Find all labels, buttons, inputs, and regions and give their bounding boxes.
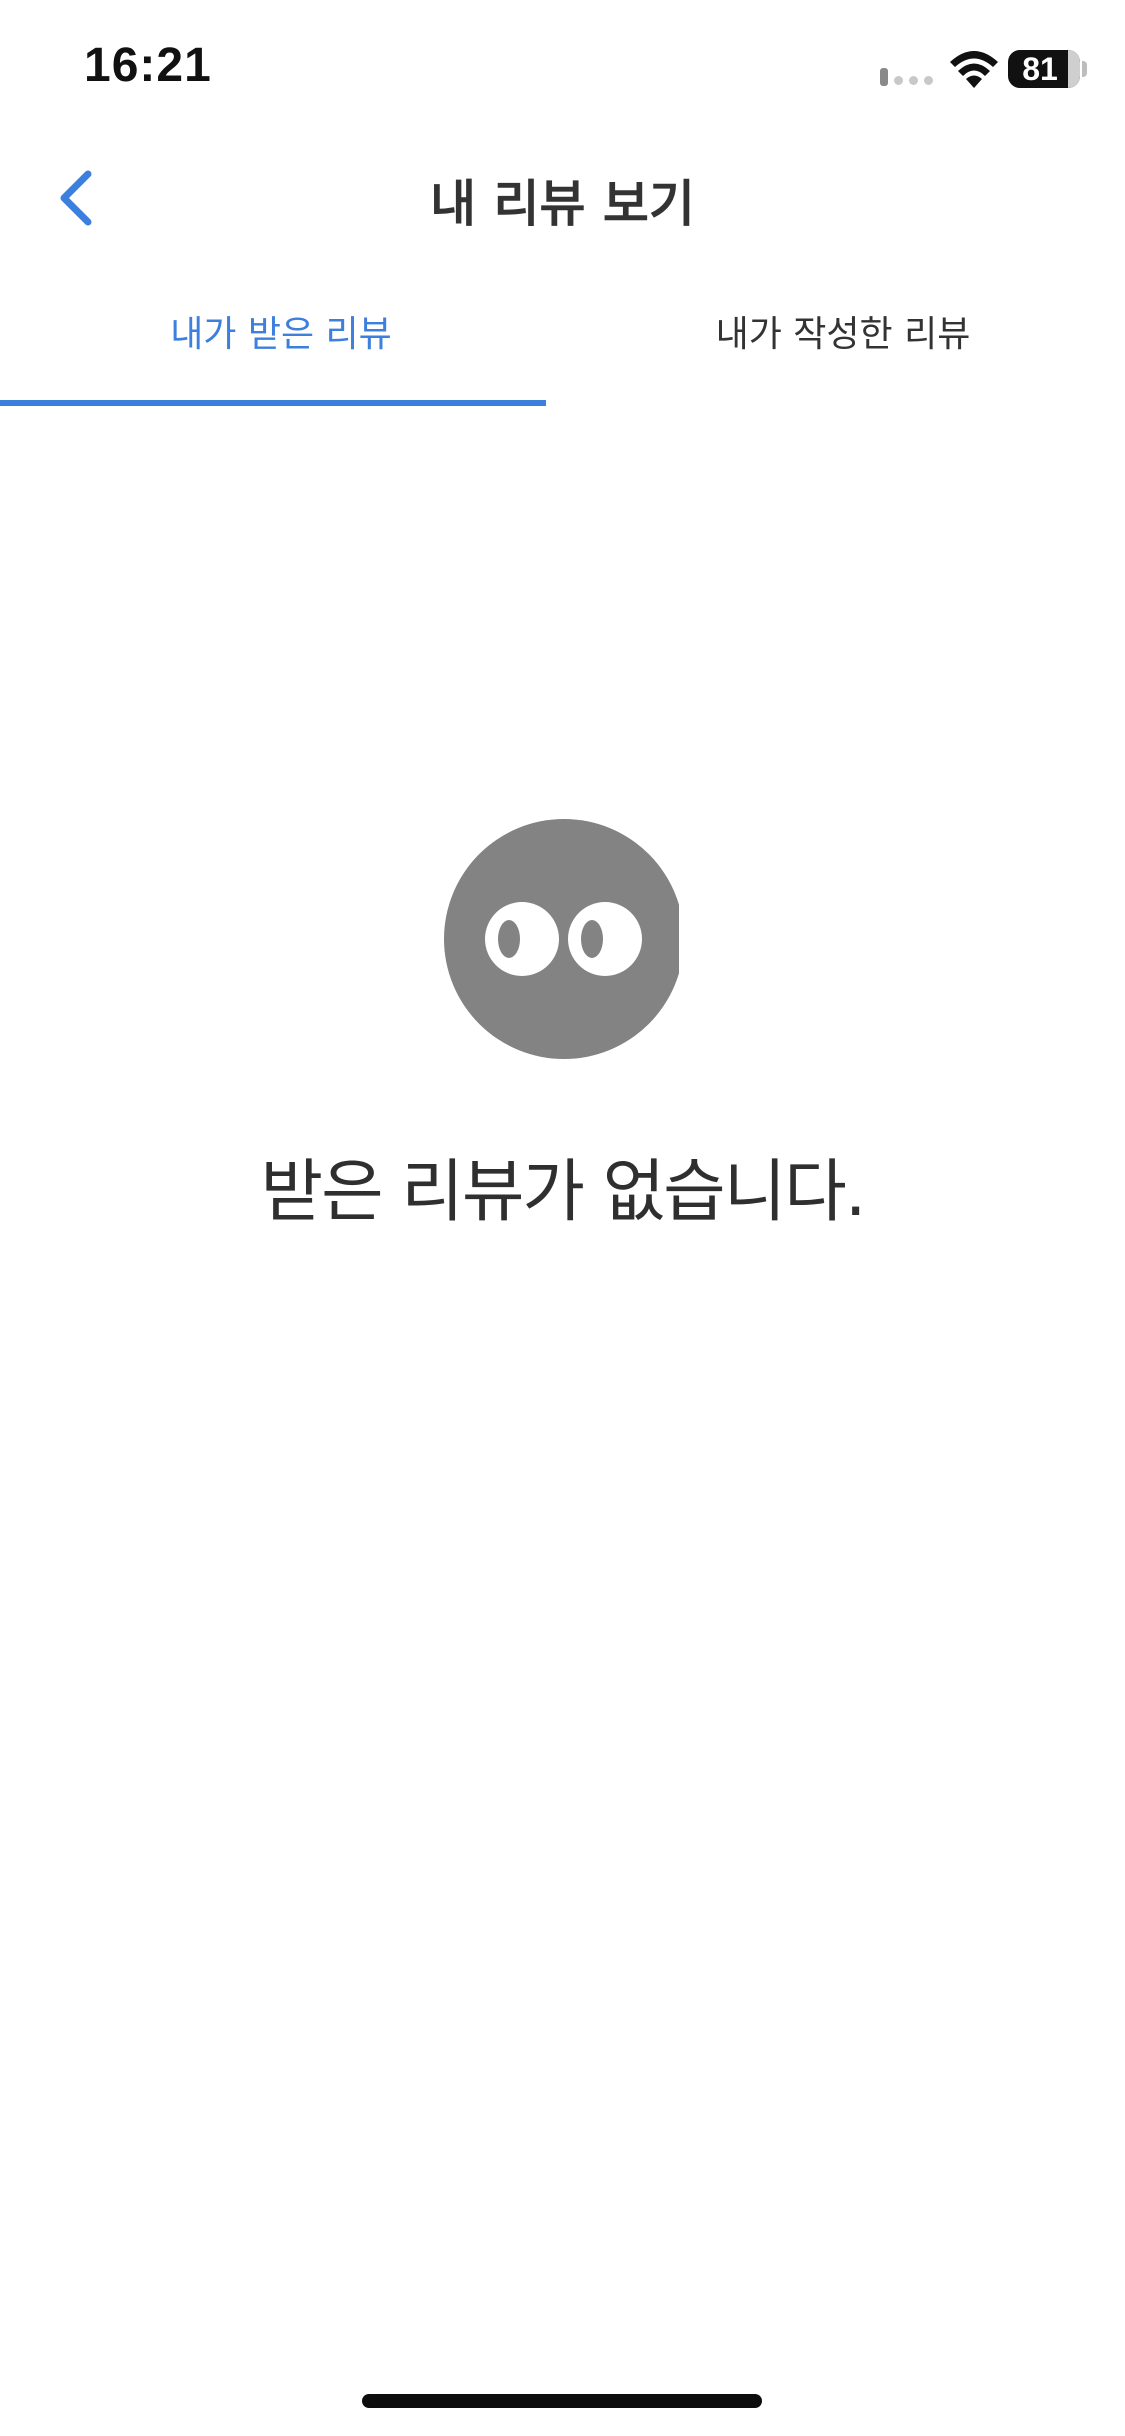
battery-level: 81	[1022, 51, 1058, 87]
empty-state-message: 받은 리뷰가 없습니다.	[260, 1153, 867, 1232]
tab-active-indicator	[0, 400, 546, 406]
cellular-signal-icon	[880, 68, 933, 86]
tab-received-reviews[interactable]: 내가 받은 리뷰	[0, 290, 562, 404]
battery-icon: 81	[1008, 50, 1080, 88]
status-bar: 16:21 81	[0, 0, 1125, 140]
tab-written-reviews[interactable]: 내가 작성한 리뷰	[562, 290, 1124, 404]
nav-header: 내 리뷰 보기	[0, 140, 1125, 250]
review-tabs: 내가 받은 리뷰 내가 작성한 리뷰	[0, 290, 1125, 410]
battery-tip	[1082, 61, 1087, 77]
home-indicator[interactable]	[362, 2394, 762, 2408]
page-title: 내 리뷰 보기	[430, 175, 695, 233]
wifi-icon	[950, 51, 998, 88]
status-time: 16:21	[84, 39, 212, 92]
eyes-face-icon	[444, 819, 679, 1059]
